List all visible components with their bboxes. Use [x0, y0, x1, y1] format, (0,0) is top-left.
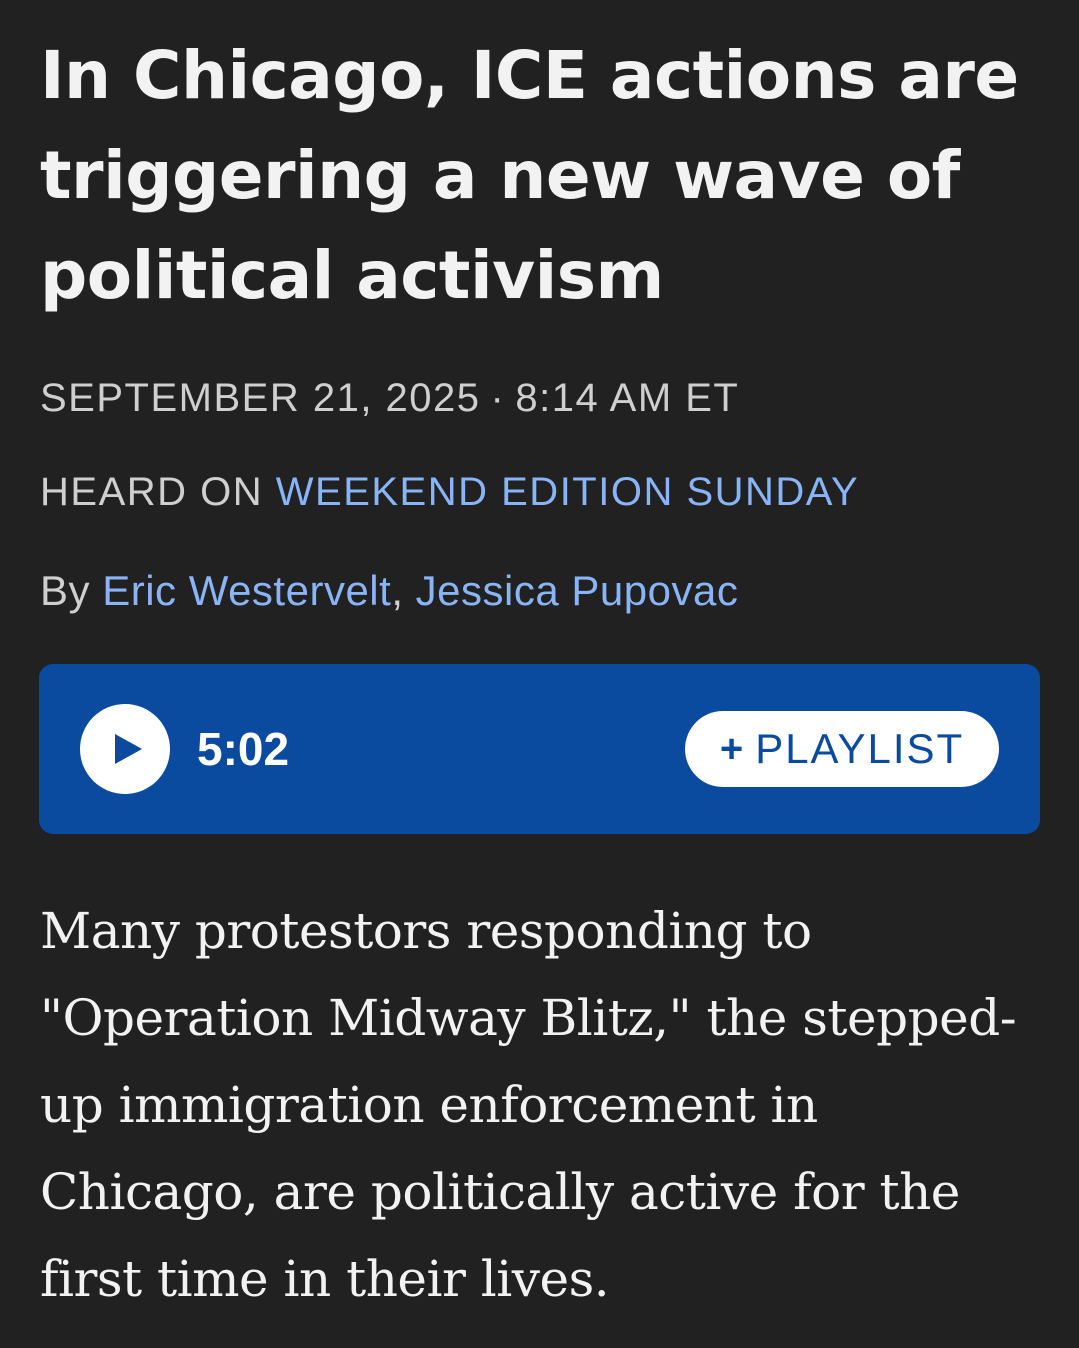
headline: In Chicago, ICE actions are triggering a… — [40, 37, 1019, 314]
audio-duration: 5:02 — [197, 723, 290, 775]
publish-date: SEPTEMBER 21, 2025 — [40, 376, 481, 420]
play-button[interactable] — [80, 704, 170, 794]
byline: By Eric Westervelt, Jessica Pupovac — [40, 566, 738, 616]
author-separator: , — [391, 567, 404, 614]
publish-time: 8:14 AM ET — [515, 376, 740, 420]
dateline: SEPTEMBER 21, 2025 · 8:14 AM ET — [40, 374, 739, 422]
article-teaser: Many protestors responding to "Operation… — [40, 902, 1017, 1308]
add-to-playlist-button[interactable]: + PLAYLIST — [685, 711, 999, 787]
byline-prefix: By — [40, 567, 91, 614]
heard-on-label: HEARD ON — [40, 470, 264, 514]
playlist-label: PLAYLIST — [755, 725, 965, 772]
separator-dot: · — [490, 376, 506, 420]
article-header: In Chicago, ICE actions are triggering a… — [40, 26, 1040, 614]
play-icon — [115, 734, 142, 764]
plus-icon: + — [719, 726, 746, 771]
author-link-1[interactable]: Eric Westervelt — [102, 567, 391, 614]
audio-player: 5:02 + PLAYLIST — [39, 664, 1040, 834]
program-link[interactable]: WEEKEND EDITION SUNDAY — [276, 470, 859, 514]
heard-on: HEARD ON WEEKEND EDITION SUNDAY — [40, 468, 859, 516]
author-link-2[interactable]: Jessica Pupovac — [416, 567, 739, 614]
